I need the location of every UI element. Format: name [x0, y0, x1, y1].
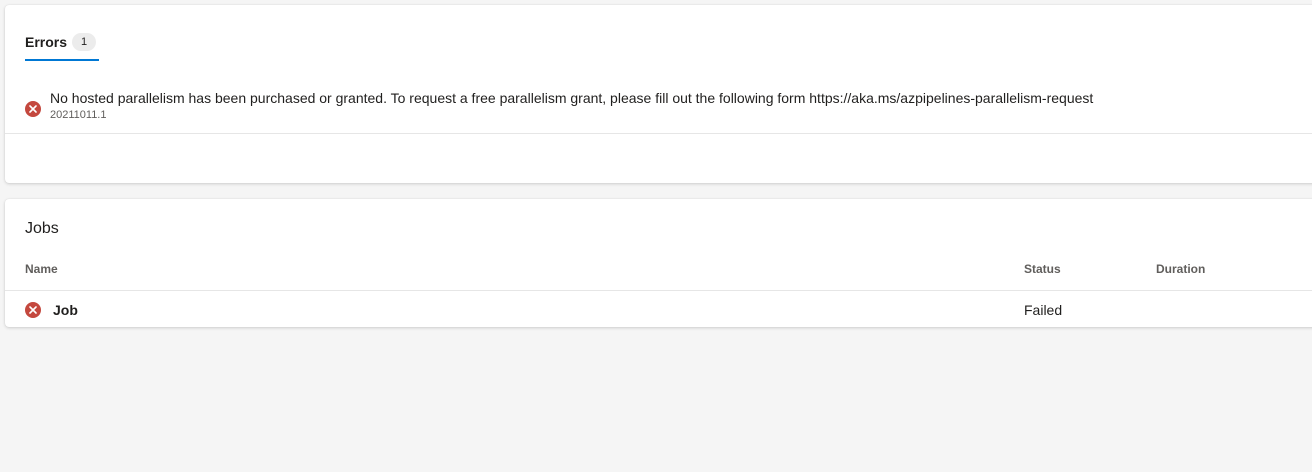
job-name: Job: [53, 302, 78, 318]
errors-panel: Errors 1 No hosted parallelism has been …: [5, 5, 1312, 183]
job-status: Failed: [1024, 302, 1063, 318]
error-circle-icon: [25, 302, 41, 318]
tab-errors[interactable]: Errors 1: [25, 31, 99, 61]
error-run-id: 20211011.1: [50, 109, 107, 121]
table-row[interactable]: Job Failed: [5, 291, 1312, 327]
jobs-panel: Jobs Name Status Duration Job Failed: [5, 199, 1312, 327]
tab-errors-label: Errors: [25, 34, 68, 50]
tab-errors-count-badge: 1: [72, 33, 97, 51]
jobs-title: Jobs: [25, 220, 59, 237]
column-header-duration: Duration: [1156, 262, 1206, 276]
column-header-status: Status: [1024, 262, 1061, 276]
tab-selected-indicator: [25, 59, 99, 61]
divider: [5, 133, 1312, 134]
column-header-name: Name: [25, 262, 58, 276]
error-message: No hosted parallelism has been purchased…: [50, 90, 1094, 106]
error-circle-icon: [25, 101, 41, 117]
